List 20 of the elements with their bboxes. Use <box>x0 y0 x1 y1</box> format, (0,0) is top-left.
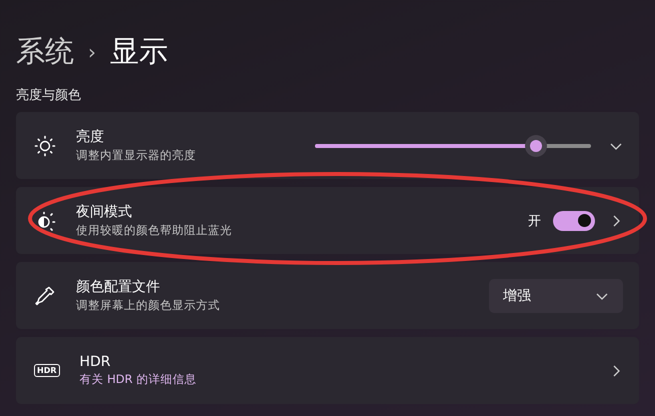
sun-icon <box>34 134 56 156</box>
setting-description: 使用较暖的颜色帮助阻止蓝光 <box>76 223 233 238</box>
profile-dropdown[interactable]: 增强 <box>489 278 623 312</box>
toggle-switch[interactable] <box>553 210 595 230</box>
setting-title: 夜间模式 <box>76 203 133 221</box>
hdr-icon: HDR <box>34 364 60 377</box>
toggle-state-label: 开 <box>528 212 541 230</box>
section-title: 亮度与颜色 <box>16 87 82 104</box>
setting-description: 调整屏幕上的颜色显示方式 <box>76 298 221 313</box>
setting-description: 有关 HDR 的详细信息 <box>80 372 198 387</box>
setting-title: 颜色配置文件 <box>76 278 161 296</box>
slider-track[interactable] <box>315 134 591 156</box>
setting-description: 调整内置显示器的亮度 <box>76 148 197 163</box>
page-title: 显示 <box>110 33 168 70</box>
setting-title: HDR <box>80 354 112 370</box>
eyedropper-icon <box>34 284 56 306</box>
slider-thumb[interactable] <box>524 134 547 156</box>
breadcrumb-separator: › <box>88 40 96 64</box>
setting-title: 亮度 <box>76 128 105 146</box>
breadcrumb-link[interactable]: 系统 <box>16 32 74 72</box>
